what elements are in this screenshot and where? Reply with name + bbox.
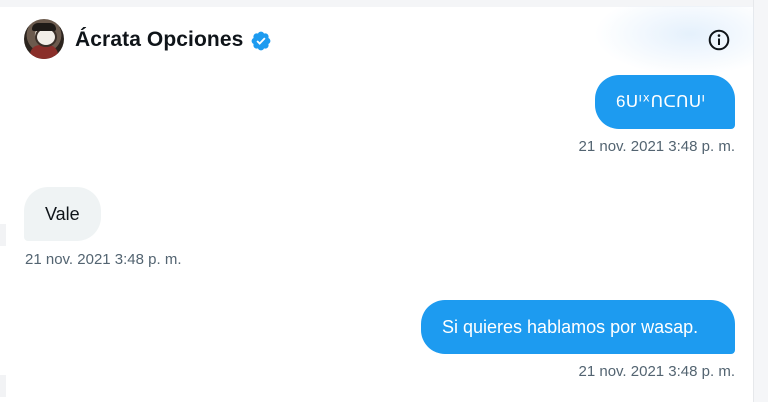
avatar[interactable] bbox=[24, 19, 64, 59]
message-bubble-outgoing[interactable]: 6ᑌᑊᕁᑎᑕᑎᑌᑊ bbox=[595, 75, 735, 129]
avatar-hat bbox=[32, 23, 56, 31]
message-text: 6ᑌᑊᕁᑎᑕᑎᑌᑊ bbox=[616, 92, 706, 111]
window-right-edge bbox=[753, 0, 768, 402]
message-timestamp: 21 nov. 2021 3:48 p. m. bbox=[578, 363, 736, 380]
conversation-name[interactable]: Ácrata Opciones bbox=[75, 28, 243, 52]
message-text: Si quieres hablamos por wasap. bbox=[442, 317, 699, 337]
message-timestamp: 21 nov. 2021 3:48 p. m. bbox=[578, 138, 736, 155]
window-left-edge bbox=[0, 224, 6, 246]
verified-badge-icon bbox=[251, 31, 271, 51]
conversation-header: Ácrata Opciones bbox=[24, 19, 744, 61]
message-timestamp: 21 nov. 2021 3:48 p. m. bbox=[25, 251, 182, 268]
avatar-body bbox=[30, 45, 58, 59]
message-bubble-outgoing[interactable]: Si quieres hablamos por wasap. bbox=[421, 300, 735, 354]
message-text: Vale bbox=[45, 204, 80, 224]
info-icon[interactable] bbox=[707, 28, 731, 52]
message-bubble-incoming[interactable]: Vale bbox=[24, 187, 101, 241]
window-left-edge bbox=[0, 375, 6, 397]
